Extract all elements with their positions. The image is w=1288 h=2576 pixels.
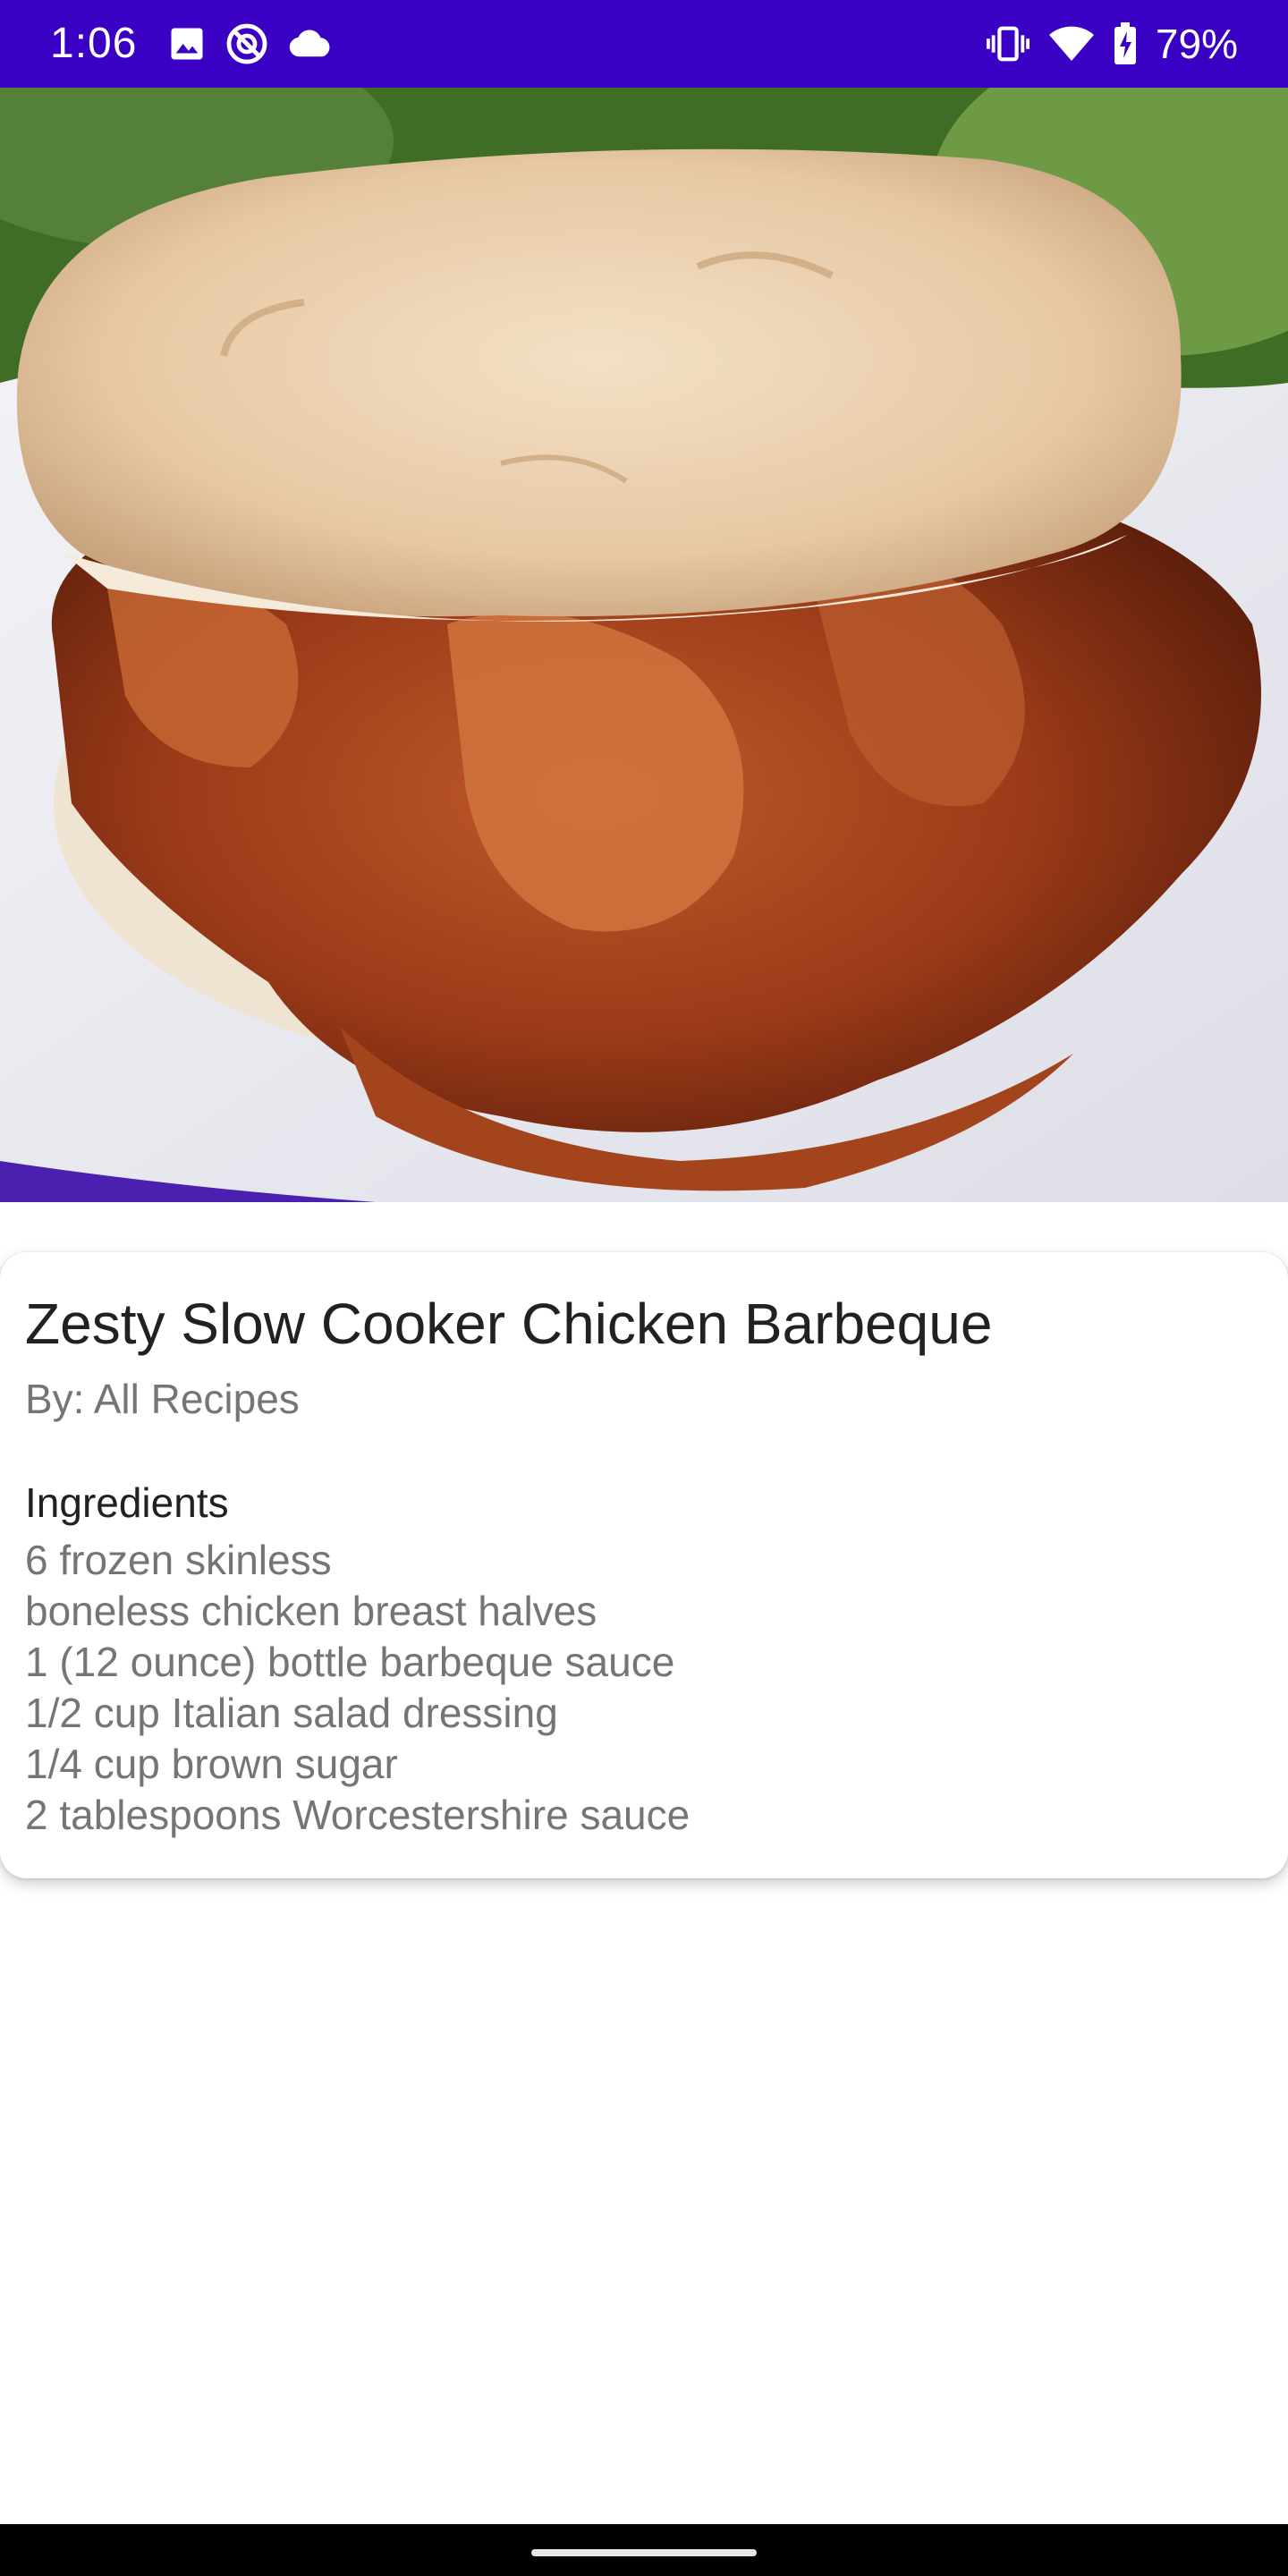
recipe-detail-screen: 1:06 79% Zesty Slow Cooker Chicken Barbe… bbox=[0, 0, 1288, 2576]
recipe-card: Zesty Slow Cooker Chicken Barbeque By: A… bbox=[0, 1252, 1288, 1878]
status-time: 1:06 bbox=[50, 20, 138, 67]
ingredient-item: boneless chicken breast halves bbox=[25, 1588, 597, 1634]
recipe-author: By: All Recipes bbox=[25, 1376, 300, 1422]
ingredients-heading: Ingredients bbox=[25, 1479, 229, 1526]
recipe-title: Zesty Slow Cooker Chicken Barbeque bbox=[25, 1292, 993, 1356]
home-gesture-handle[interactable] bbox=[531, 2549, 757, 2556]
pulled-chicken-sandwich-image bbox=[0, 88, 1288, 1202]
status-bar: 1:06 79% bbox=[0, 0, 1288, 88]
ingredient-item: 2 tablespoons Worcestershire sauce bbox=[25, 1792, 691, 1838]
ingredient-item: 1/2 cup Italian salad dressing bbox=[25, 1690, 558, 1736]
ingredient-item: 1/4 cup brown sugar bbox=[25, 1741, 398, 1787]
navigation-bar bbox=[0, 2524, 1288, 2576]
system-status: 79% bbox=[986, 18, 1238, 70]
ingredient-item: 1 (12 ounce) bottle barbeque sauce bbox=[25, 1639, 675, 1685]
sync-off-icon bbox=[225, 22, 268, 65]
image-icon bbox=[168, 25, 206, 63]
vibrate-icon bbox=[986, 24, 1030, 64]
wifi-icon bbox=[1048, 25, 1095, 63]
ingredient-list: 6 frozen skinless boneless chicken breas… bbox=[25, 1535, 1263, 1841]
ingredient-item: 6 frozen skinless bbox=[25, 1537, 332, 1583]
battery-charging-icon bbox=[1113, 22, 1138, 65]
battery-percentage: 79% bbox=[1155, 21, 1238, 67]
recipe-photo bbox=[0, 88, 1288, 1202]
cloud-icon bbox=[288, 28, 333, 60]
notification-icons bbox=[168, 23, 333, 64]
